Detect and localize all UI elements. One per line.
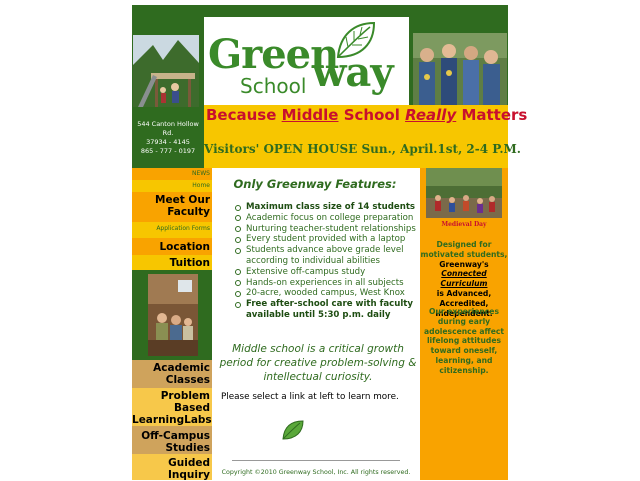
nav-academic-line1: Academic bbox=[153, 362, 210, 374]
nav-tuition[interactable]: Tuition bbox=[132, 257, 212, 269]
experiences-text: Our experiences during early adolescence… bbox=[424, 307, 504, 375]
nav-offcampus-studies[interactable]: Off-Campus Studies bbox=[132, 430, 212, 454]
nav-problem-line1: Problem bbox=[160, 390, 210, 402]
nav-home[interactable]: Home bbox=[132, 182, 212, 189]
list-item: 20-acre, wooded campus, West Knox bbox=[223, 288, 418, 299]
leaf-icon bbox=[282, 420, 304, 440]
list-item: Academic focus on college preparation bbox=[223, 213, 418, 224]
tagline-school: School bbox=[338, 106, 406, 124]
nav-academic-line2: Classes bbox=[165, 374, 210, 386]
nav-problem-based[interactable]: Problem Based LearningLabs bbox=[132, 390, 212, 426]
list-item: Hands-on experiences in all subjects bbox=[223, 278, 418, 289]
nav-application-forms[interactable]: Application Forms bbox=[132, 225, 212, 232]
address-phone: 865 - 777 - 0197 bbox=[140, 147, 196, 155]
nav-academic-classes[interactable]: Academic Classes bbox=[132, 362, 212, 386]
nav-news[interactable]: NEWS bbox=[132, 170, 212, 177]
tagline-really: Really bbox=[405, 106, 457, 124]
nav-meet-faculty[interactable]: Meet Our Faculty bbox=[132, 194, 212, 218]
nav-guided-inquiry[interactable]: Guided Inquiry bbox=[132, 457, 212, 481]
school-address: 544 Canton Hollow Rd. 37934 - 4145 865 -… bbox=[132, 120, 204, 168]
designed-line2: motivated students, bbox=[420, 249, 508, 259]
designed-line1: Designed for bbox=[436, 240, 492, 249]
photo-caption: Medieval Day bbox=[441, 221, 487, 228]
tagline-matters: Matters bbox=[456, 106, 528, 124]
main-title: Only Greenway Features: bbox=[233, 177, 397, 191]
list-item: Extensive off-campus study bbox=[223, 267, 418, 278]
nav-photo bbox=[148, 274, 198, 356]
medieval-day-photo bbox=[426, 168, 502, 218]
header-photo-left bbox=[133, 35, 199, 107]
address-zip: 37934 - 4145 bbox=[146, 138, 190, 146]
logo-text-school: School bbox=[240, 74, 307, 98]
nav-problem-line2: Based bbox=[174, 402, 210, 414]
nav-offcampus-line2: Studies bbox=[165, 442, 210, 454]
logo[interactable]: Green School way bbox=[204, 17, 409, 105]
nav-guided-line2: Inquiry bbox=[168, 469, 210, 481]
nav-meet-faculty-line1: Meet Our bbox=[155, 194, 210, 206]
mission-quote: Middle school is a critical growth perio… bbox=[219, 343, 417, 383]
open-house-notice: Visitors' OPEN HOUSE Sun., April.1st, 2-… bbox=[204, 142, 521, 156]
list-item: Nurturing teacher-student relationships bbox=[223, 224, 418, 235]
address-street: 544 Canton Hollow Rd. bbox=[137, 120, 199, 137]
nav-offcampus-line1: Off-Campus bbox=[141, 430, 210, 442]
list-item: Every student provided with a laptop bbox=[223, 234, 418, 245]
header-photo-right bbox=[413, 33, 507, 107]
tagline-middle: Middle bbox=[281, 106, 339, 124]
features-list: Maximum class size of 14 students Academ… bbox=[223, 202, 418, 321]
list-item: Free after-school care with faculty avai… bbox=[223, 299, 418, 321]
instruction-text: Please select a link at left to learn mo… bbox=[221, 392, 399, 402]
leaf-icon bbox=[336, 21, 376, 59]
copyright-text: Copyright ©2010 Greenway School, Inc. Al… bbox=[221, 469, 411, 476]
designed-line4: is Advanced, bbox=[436, 288, 492, 298]
nav-guided-line1: Guided bbox=[168, 457, 210, 469]
nav-problem-line3: LearningLabs bbox=[132, 414, 212, 426]
footer-divider bbox=[232, 460, 400, 461]
nav-location[interactable]: Location bbox=[132, 241, 212, 253]
list-item: Maximum class size of 14 students bbox=[223, 202, 418, 213]
list-item: Students advance above grade level accor… bbox=[223, 245, 418, 267]
nav-meet-faculty-line2: Faculty bbox=[167, 206, 210, 218]
connected-curriculum-link[interactable]: Connected Curriculum bbox=[420, 269, 508, 289]
designed-line3: Greenway's bbox=[439, 259, 489, 269]
tagline: Because Middle School Really Matters bbox=[206, 106, 527, 124]
tagline-because: Because bbox=[206, 106, 282, 124]
